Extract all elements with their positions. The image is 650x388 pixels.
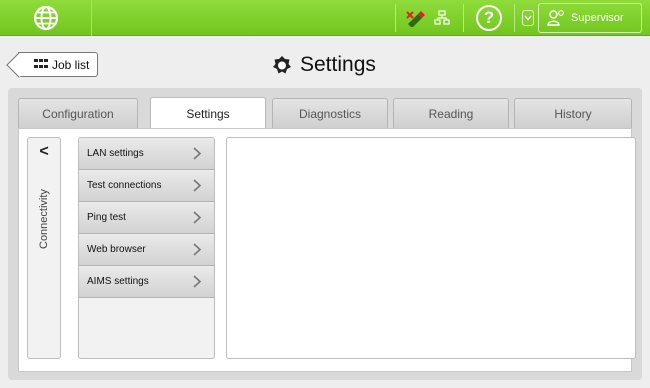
sidebar-back-button[interactable]: <	[28, 138, 60, 166]
globe-button[interactable]	[0, 0, 92, 36]
chevron-right-icon	[193, 211, 202, 224]
connectivity-sidebar: < Connectivity	[27, 137, 61, 359]
settings-menu: LAN settings Test connections Ping test …	[78, 137, 215, 359]
tab-reading[interactable]: Reading	[393, 98, 509, 128]
main-panel: Configuration Settings Diagnostics Readi…	[8, 88, 642, 380]
topbar-divider	[514, 4, 515, 32]
help-button[interactable]: ?	[476, 5, 502, 31]
menu-item-label: Ping test	[87, 212, 126, 223]
edit-pencil-icon[interactable]	[405, 9, 427, 27]
tab-history[interactable]: History	[514, 98, 632, 128]
job-list-label: Job list	[52, 57, 90, 72]
menu-item-label: Test connections	[87, 180, 162, 191]
page-title-text: Settings	[300, 53, 376, 76]
tab-settings[interactable]: Settings	[150, 97, 266, 129]
sidebar-section-label: Connectivity	[38, 189, 50, 249]
page-header: Job list Settings	[0, 37, 650, 95]
topbar-divider	[463, 4, 464, 32]
detail-pane	[226, 137, 636, 359]
chevron-right-icon	[193, 147, 202, 160]
menu-item-label: LAN settings	[87, 148, 144, 159]
gear-icon	[273, 56, 291, 74]
user-icon	[547, 10, 564, 26]
tab-diagnostics[interactable]: Diagnostics	[272, 98, 388, 128]
chevron-right-icon	[193, 243, 202, 256]
top-bar: ? Supervisor	[0, 0, 650, 36]
menu-item-aims-settings[interactable]: AIMS settings	[79, 266, 214, 298]
user-button[interactable]: Supervisor	[538, 3, 642, 33]
globe-icon	[33, 5, 58, 31]
menu-item-lan-settings[interactable]: LAN settings	[79, 138, 214, 170]
grid-icon	[34, 59, 48, 70]
tab-configuration[interactable]: Configuration	[18, 98, 138, 128]
user-dropdown-toggle[interactable]	[522, 10, 534, 26]
menu-item-label: AIMS settings	[87, 276, 149, 287]
job-list-back-button[interactable]: Job list	[18, 52, 98, 77]
chevron-right-icon	[193, 179, 202, 192]
menu-item-test-connections[interactable]: Test connections	[79, 170, 214, 202]
user-name: Supervisor	[571, 12, 624, 24]
menu-item-label: Web browser	[87, 244, 146, 255]
page-title: Settings	[272, 51, 376, 79]
menu-item-ping-test[interactable]: Ping test	[79, 202, 214, 234]
network-icon[interactable]	[434, 10, 450, 26]
menu-item-web-browser[interactable]: Web browser	[79, 234, 214, 266]
tab-content: < Connectivity LAN settings Test connect…	[18, 128, 636, 372]
topbar-divider	[395, 4, 396, 32]
chevron-right-icon	[193, 275, 202, 288]
chevron-down-icon	[524, 15, 532, 21]
